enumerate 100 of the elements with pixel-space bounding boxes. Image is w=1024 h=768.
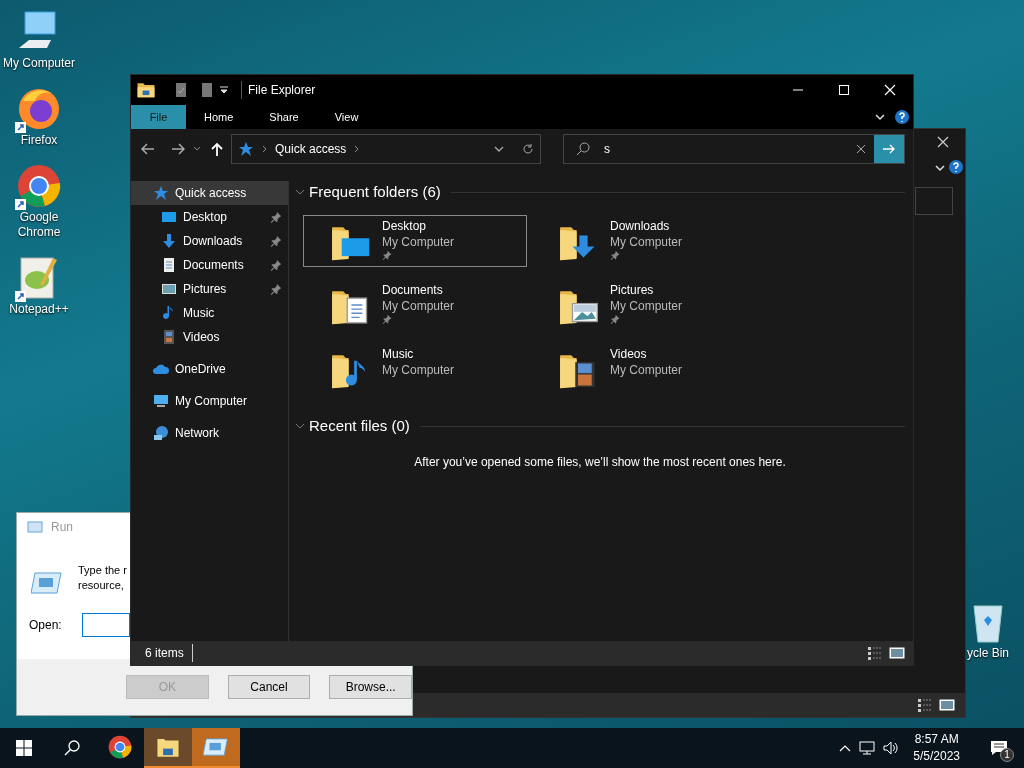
folder-location: My Computer — [382, 362, 455, 378]
large-icons-view-icon[interactable] — [939, 699, 955, 711]
folder-location: My Computer — [382, 234, 455, 250]
desktop-icon-label[interactable]: Firefox — [1, 133, 77, 148]
details-view-icon[interactable] — [917, 698, 933, 712]
folder-tile[interactable]: Desktop My Computer — [303, 215, 527, 267]
folder-location: My Computer — [382, 298, 455, 314]
sidebar-item[interactable]: Network — [131, 421, 288, 445]
new-folder-icon[interactable] — [201, 82, 213, 98]
section-heading[interactable]: Recent files (0) — [309, 414, 410, 438]
large-icons-view-icon[interactable] — [889, 647, 905, 659]
help-icon[interactable] — [949, 160, 963, 174]
clear-icon[interactable] — [856, 144, 866, 154]
back-arrow-icon[interactable] — [141, 143, 155, 155]
notification-button[interactable]: 1 — [984, 733, 1014, 763]
folder-tile[interactable]: Pictures My Computer — [531, 279, 755, 331]
dialog-description: Type the r — [78, 563, 127, 578]
desktop-icon-label[interactable]: Notepad++ — [1, 302, 77, 317]
search-icon — [576, 142, 590, 156]
help-icon[interactable] — [895, 110, 909, 124]
folder-location: My Computer — [610, 298, 683, 314]
message-icon — [990, 740, 1008, 756]
sidebar-item[interactable]: Downloads — [131, 229, 288, 253]
folder-name: Music — [382, 346, 415, 362]
folder-location: My Computer — [610, 234, 683, 250]
document-icon — [161, 257, 177, 273]
search-field[interactable] — [915, 187, 953, 215]
dialog-description: resource, — [78, 578, 125, 593]
speaker-icon[interactable] — [883, 740, 900, 756]
folder-name: Documents — [382, 282, 444, 298]
folder-name: Desktop — [382, 218, 428, 234]
chevron-down-icon[interactable] — [935, 163, 945, 173]
star-icon — [238, 141, 254, 157]
empty-message: After you’ve opened some files, we’ll show the most recent ones here. — [413, 454, 787, 471]
dialog-button[interactable]: Browse... — [329, 675, 412, 699]
open-label: Open: — [29, 617, 62, 634]
taskbar-app-button[interactable] — [144, 728, 192, 768]
refresh-icon[interactable] — [522, 143, 534, 155]
chevron-right-icon — [354, 145, 360, 153]
ribbon-tab[interactable]: Share — [251, 105, 317, 129]
sidebar-item[interactable]: My Computer — [131, 389, 288, 413]
search-value: s — [604, 141, 610, 158]
sidebar-item[interactable]: Quick access — [131, 181, 288, 205]
notification-badge: 1 — [1000, 748, 1014, 762]
folder-icon — [137, 82, 155, 98]
folder-tile[interactable]: Documents My Computer — [303, 279, 527, 331]
right-arrow-icon — [882, 144, 896, 154]
details-view-icon[interactable] — [867, 646, 883, 660]
status-text: 6 items — [145, 644, 193, 662]
monitor-icon — [161, 209, 177, 225]
browser-icon[interactable] — [15, 162, 63, 210]
search-field[interactable]: s — [563, 134, 905, 164]
desktop-icon-label[interactable]: ycle Bin — [967, 644, 1009, 662]
customize-icon[interactable] — [219, 85, 229, 95]
up-arrow-icon[interactable] — [211, 142, 223, 156]
film-icon — [161, 329, 177, 345]
window-title: File Explorer — [241, 81, 316, 99]
ribbon-tab[interactable]: View — [316, 105, 377, 129]
close-icon — [884, 84, 896, 96]
dialog-button[interactable]: Cancel — [227, 675, 311, 699]
chevron-down-icon[interactable] — [494, 145, 504, 153]
sidebar-item[interactable]: OneDrive — [131, 357, 288, 381]
star-icon — [153, 185, 169, 201]
ribbon-tab[interactable]: Home — [186, 105, 252, 129]
sidebar-item[interactable]: Videos — [131, 325, 288, 349]
desktop-icon-label[interactable]: Google Chrome — [1, 210, 77, 240]
folder-name: Downloads — [610, 218, 671, 234]
close-icon[interactable] — [937, 136, 949, 148]
dialog-title: Run — [51, 519, 73, 536]
folder-name: Videos — [610, 346, 648, 362]
folder-tile[interactable]: Music My Computer — [303, 343, 527, 395]
chevron-down-icon[interactable] — [875, 112, 885, 122]
run-icon — [27, 519, 43, 535]
folder-tile[interactable]: Videos My Computer — [531, 343, 755, 395]
maximize-icon — [838, 84, 850, 96]
address-bar[interactable]: Quick access — [231, 134, 541, 164]
chevron-up-icon[interactable] — [839, 744, 852, 752]
network-icon[interactable] — [859, 740, 876, 756]
windows-logo-icon — [16, 740, 32, 756]
sidebar-item[interactable]: Music — [131, 301, 288, 325]
browser-icon — [107, 734, 133, 760]
chevron-right-icon — [262, 145, 267, 153]
folder-tile[interactable]: Downloads My Computer — [531, 215, 755, 267]
sidebar-item[interactable]: Pictures — [131, 277, 288, 301]
address-text: Quick access — [275, 141, 347, 158]
ribbon-tab[interactable]: File — [131, 105, 186, 129]
desktop-icon-label[interactable]: My Computer — [1, 56, 77, 71]
computer-icon — [153, 393, 169, 409]
clock[interactable]: 8:57 AM 5/5/2023 — [907, 731, 966, 765]
search-go-button[interactable] — [874, 135, 904, 163]
folder-location: My Computer — [610, 362, 683, 378]
section-heading[interactable]: Frequent folders (6) — [309, 180, 441, 204]
sidebar-item[interactable]: Desktop — [131, 205, 288, 229]
sidebar-item[interactable]: Documents — [131, 253, 288, 277]
download-arrow-icon — [161, 233, 177, 249]
properties-icon[interactable] — [175, 82, 187, 98]
forward-arrow-icon[interactable] — [171, 143, 185, 155]
folder-name: Pictures — [610, 282, 655, 298]
search-icon — [64, 740, 80, 756]
open-input-field[interactable] — [81, 613, 130, 637]
